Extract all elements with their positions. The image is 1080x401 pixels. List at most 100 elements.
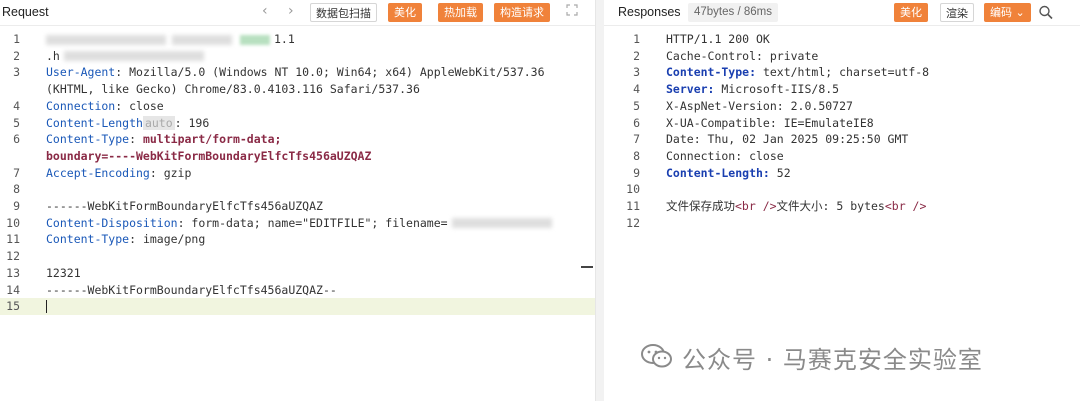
request-line: 7 Accept-Encoding: gzip (0, 165, 595, 182)
response-line-content: X-UA-Compatible: IE=EmulateIE8 (666, 115, 874, 132)
render-button[interactable]: 渲染 (940, 3, 974, 22)
scroll-marker (581, 266, 593, 268)
request-line: boundary=----WebKitFormBoundaryElfcTfs45… (0, 148, 595, 165)
request-line: 11 Content-Type: image/png (0, 231, 595, 248)
line-number: 9 (633, 165, 640, 180)
code-token: 1.1 (274, 32, 295, 46)
expand-icon[interactable] (566, 4, 578, 19)
encoding-dropdown[interactable]: 编码 ⌄ (984, 3, 1031, 22)
code-token: X-AspNet-Version: 2.0.50727 (666, 98, 853, 113)
line-number: 4 (13, 98, 20, 113)
line-number: 12 (6, 249, 20, 264)
redacted-block (63, 51, 204, 62)
code-token: : close (115, 98, 164, 113)
response-line: 3 Content-Type: text/html; charset=utf-8 (604, 64, 1080, 81)
next-arrow-icon[interactable]: › (288, 3, 294, 19)
response-line-content: 文件保存成功<br />文件大小: 5 bytes<br /> (666, 198, 926, 215)
code-token: <br /> (884, 199, 927, 213)
code-token: Accept-Encoding (46, 165, 150, 180)
line-number: 13 (6, 265, 20, 280)
line-number: 14 (6, 282, 20, 297)
code-token: Date: Thu, 02 Jan 2025 09:25:50 GMT (666, 132, 909, 147)
line-number: 5 (13, 115, 20, 130)
prev-arrow-icon[interactable]: ‹ (262, 3, 268, 19)
response-line-content: Cache-Control: private (666, 48, 818, 65)
code-token: : 196 (174, 115, 210, 130)
request-line: 9 ------WebKitFormBoundaryElfcTfs456aUZQA… (0, 198, 595, 215)
line-number: 8 (13, 182, 20, 197)
line-number: 11 (6, 232, 20, 247)
code-token: Microsoft-IIS/8.5 (714, 82, 840, 97)
line-number: 8 (633, 148, 640, 163)
response-line: 4 Server: Microsoft-IIS/8.5 (604, 81, 1080, 98)
redacted-block (240, 34, 270, 45)
code-token: Content-Disposition (46, 215, 178, 230)
line-number: 7 (13, 165, 20, 180)
request-title: Request (2, 5, 49, 19)
response-header: Responses 47bytes / 86ms 美化 渲染 编码 ⌄ (604, 0, 1080, 26)
response-line-content: Connection: close (666, 148, 784, 165)
request-line: 2 .h (0, 48, 595, 65)
beautify-button[interactable]: 美化 (388, 3, 422, 22)
request-line-content: Connection: close (46, 98, 164, 115)
response-line: 7 Date: Thu, 02 Jan 2025 09:25:50 GMT (604, 131, 1080, 148)
line-number: 10 (6, 215, 20, 230)
code-token: 文件保存成功 (666, 199, 735, 213)
hot-load-button[interactable]: 热加载 (438, 3, 483, 22)
code-token: Content-Length: (666, 165, 770, 180)
code-token: : (129, 132, 143, 147)
request-line: 10 Content-Disposition: form-data; name="… (0, 215, 595, 232)
code-token: ------WebKitFormBoundaryElfcTfs456aUZQAZ (46, 199, 323, 213)
code-token: ------WebKitFormBoundaryElfcTfs456aUZQAZ… (46, 282, 337, 297)
request-line: 6 Content-Type: multipart/form-data; (0, 131, 595, 148)
pane-divider[interactable] (596, 0, 604, 401)
code-token: Content-Type (46, 132, 130, 147)
redacted-block (172, 34, 232, 45)
request-header: Request ‹ › 数据包扫描 美化 热加载 构造请求 (0, 0, 595, 26)
code-token: : image/png (129, 232, 206, 247)
line-number: 4 (633, 82, 640, 97)
code-token: 52 (769, 165, 791, 180)
request-line-content: 12321 (46, 265, 81, 282)
auto-hint: auto (142, 115, 175, 130)
request-editor[interactable]: 1 1.1 2 .h 3 User-Agent: Mozilla/5.0 (Windows… (0, 27, 595, 401)
response-line-content: Server: Microsoft-IIS/8.5 (666, 81, 839, 98)
request-line: 5 Content-Length auto: 196 (0, 115, 595, 132)
line-number: 12 (626, 215, 640, 230)
code-token: .h (46, 48, 60, 63)
request-line-content: ------WebKitFormBoundaryElfcTfs456aUZQAZ (46, 198, 323, 215)
request-line-content: Content-Disposition: form-data; name="ED… (46, 215, 552, 232)
request-line-content: Content-Type: image/png (46, 231, 205, 248)
code-token: 12321 (46, 265, 81, 280)
redacted-block (451, 218, 552, 229)
code-token: Content-Length (46, 115, 143, 130)
line-number: 2 (13, 48, 20, 63)
request-line: 4 Connection: close (0, 98, 595, 115)
request-line: 13 12321 (0, 265, 595, 282)
line-number: 6 (633, 115, 640, 130)
response-line: 10 (604, 181, 1080, 198)
line-number: 1 (13, 32, 20, 46)
construct-request-button[interactable]: 构造请求 (494, 3, 550, 22)
line-number: 3 (633, 65, 640, 80)
request-line-content: Accept-Encoding: gzip (46, 165, 191, 182)
line-number: 1 (633, 32, 640, 46)
request-line-content: Content-Length auto: 196 (46, 115, 209, 132)
request-line-content: boundary=----WebKitFormBoundaryElfcTfs45… (46, 148, 371, 165)
line-number: 6 (13, 132, 20, 147)
code-token: <br /> (735, 199, 777, 213)
line-number: 3 (13, 65, 20, 80)
packet-scan-button[interactable]: 数据包扫描 (310, 3, 377, 22)
code-token: boundary=----WebKitFormBoundaryElfcTfs45… (46, 148, 372, 163)
response-line-content: Content-Type: text/html; charset=utf-8 (666, 64, 929, 81)
code-token: Connection: close (666, 148, 784, 163)
response-beautify-button[interactable]: 美化 (894, 3, 928, 22)
response-line-content: Content-Length: 52 (666, 165, 791, 182)
search-icon[interactable] (1038, 3, 1054, 21)
code-token: : Mozilla/5.0 (Windows NT 10.0; Win64; x… (115, 65, 545, 80)
code-token: Content-Type (46, 232, 130, 247)
code-token: : gzip (149, 165, 192, 180)
line-number: 7 (633, 132, 640, 147)
request-line: 12 (0, 248, 595, 265)
watermark-text: 公众号 · 马赛克安全实验室 (682, 346, 983, 374)
